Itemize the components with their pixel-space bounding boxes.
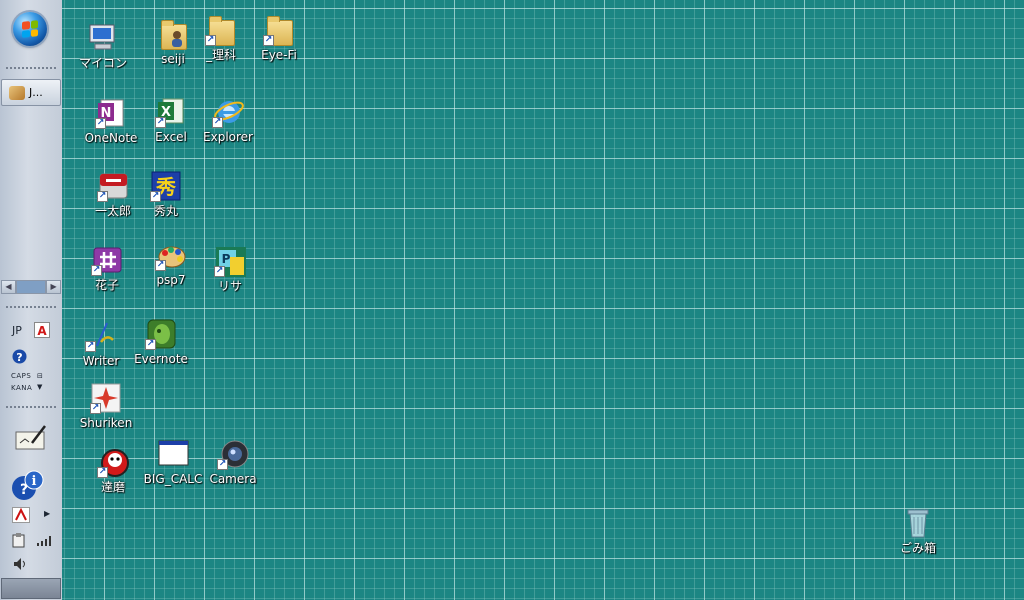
scroll-left-button[interactable]: ◀ — [1, 280, 16, 294]
excel-icon: X ↗ — [155, 96, 187, 128]
user-folder-icon — [157, 18, 189, 50]
clipboard-icon[interactable] — [12, 532, 26, 548]
acrobat-icon[interactable] — [12, 507, 30, 523]
desktop-icon-label: マイコン — [78, 56, 127, 70]
caps-lock-icon: ⊟ — [37, 372, 44, 380]
hidemaru-icon: 秀 ↗ — [150, 170, 182, 202]
daruma-icon: ↗ — [97, 446, 129, 478]
taskbar-grip[interactable] — [5, 66, 57, 71]
caps-indicator: CAPS — [11, 372, 32, 380]
tray-grip[interactable] — [5, 305, 57, 310]
desktop — [62, 0, 1024, 600]
paintshop-pro-icon: ↗ — [155, 239, 187, 271]
desktop-icon-label: リサ — [217, 279, 242, 293]
ichitaro-icon: ↗ — [97, 170, 129, 202]
internet-explorer-icon: ↗ — [212, 96, 244, 128]
desktop-icon-label: 秀丸 — [153, 204, 178, 218]
desktop-icon-label: Explorer — [203, 130, 253, 144]
desktop-icon-label: ごみ箱 — [899, 541, 936, 555]
desktop-icon-explorer[interactable]: ↗ Explorer — [193, 96, 263, 144]
desktop-icon-eye-fi[interactable]: ↗ Eye-Fi — [244, 14, 314, 62]
computer-icon — [87, 22, 119, 54]
desktop-icon-hidemaru[interactable]: 秀 ↗ 秀丸 — [131, 170, 201, 218]
scroll-right-button[interactable]: ▶ — [46, 280, 61, 294]
shuriken-icon: ↗ — [90, 382, 122, 414]
lisa-icon: P ↗ — [214, 245, 246, 277]
recycle-bin-icon — [902, 507, 934, 539]
evernote-icon: ↗ — [145, 318, 177, 350]
volume-icon[interactable] — [12, 556, 30, 572]
taskbar: J... ◀ ▶ JP A ? CAPS ⊟ KANA ▼ i ? ▶ — [0, 0, 63, 600]
desktop-icon-label: Evernote — [134, 352, 188, 366]
paint-app-icon — [9, 85, 25, 100]
svg-text:i: i — [32, 474, 37, 489]
desktop-icon-recycle-bin[interactable]: ごみ箱 — [883, 507, 953, 555]
writer-icon: ↗ — [85, 320, 117, 352]
window-app-icon — [157, 438, 189, 470]
signal-strength-icon[interactable] — [36, 534, 54, 546]
handwriting-pad-icon[interactable] — [14, 423, 48, 451]
desktop-icon-evernote[interactable]: ↗ Evernote — [126, 318, 196, 366]
svg-text:?: ? — [20, 482, 28, 498]
help-icon[interactable]: ? — [12, 349, 27, 364]
windows-logo-icon — [22, 20, 38, 38]
kana-indicator: KANA — [11, 384, 33, 392]
onenote-icon: N ↗ — [95, 97, 127, 129]
taskbar-scroller[interactable]: ◀ ▶ — [1, 280, 61, 294]
svg-text:P: P — [222, 252, 231, 266]
desktop-icon-camera[interactable]: ↗ Camera — [198, 438, 268, 486]
desktop-icon-hanako[interactable]: ↗ 花子 — [72, 244, 142, 292]
desktop-icon-my-computer[interactable]: マイコン — [68, 22, 138, 70]
info-icon[interactable]: i ? — [10, 468, 44, 502]
camera-icon: ↗ — [217, 438, 249, 470]
desktop-icon-label: 花子 — [94, 278, 119, 292]
taskbar-window-label: J... — [29, 86, 43, 99]
desktop-icon-label: Camera — [209, 472, 257, 486]
start-button[interactable] — [13, 12, 47, 46]
folder-shortcut-icon: ↗ — [263, 14, 295, 46]
ime-language[interactable]: JP — [12, 324, 22, 337]
svg-text:?: ? — [16, 351, 22, 364]
kana-dropdown-icon[interactable]: ▼ — [37, 383, 43, 391]
desktop-icon-shuriken[interactable]: ↗ Shuriken — [71, 382, 141, 430]
tray-grip-2[interactable] — [5, 405, 57, 410]
desktop-icon-lisa[interactable]: P ↗ リサ — [195, 245, 265, 293]
svg-text:A: A — [37, 324, 47, 338]
show-desktop-button[interactable] — [1, 578, 61, 599]
folder-shortcut-icon: ↗ — [205, 14, 237, 46]
scroll-thumb[interactable] — [15, 280, 47, 294]
taskbar-window-button[interactable]: J... — [1, 79, 61, 106]
desktop-icon-label: Shuriken — [79, 416, 133, 430]
ime-mode-icon[interactable]: A — [34, 322, 50, 338]
hanako-icon: ↗ — [91, 244, 123, 276]
desktop-icon-label: Eye-Fi — [261, 48, 297, 62]
tray-expand-icon[interactable]: ▶ — [44, 509, 50, 518]
